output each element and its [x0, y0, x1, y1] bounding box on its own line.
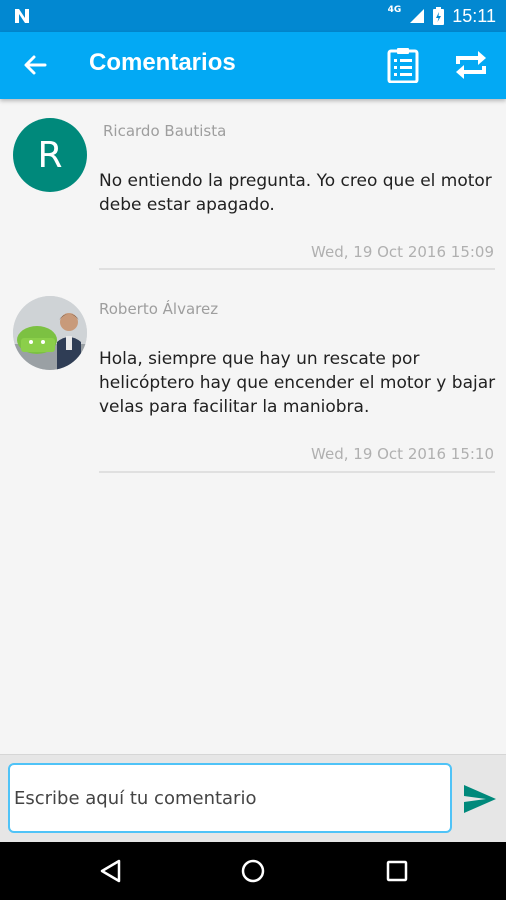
- comment-text: No entiendo la pregunta. Yo creo que el …: [99, 171, 492, 215]
- comment-author: Roberto Álvarez: [99, 300, 219, 318]
- status-bar: 4G 15:11: [0, 0, 506, 32]
- battery-icon: [433, 7, 445, 25]
- comment-input[interactable]: [8, 763, 452, 833]
- avatar: [13, 296, 87, 370]
- comment-text: Hola, siempre que hay un rescate por hel…: [99, 349, 496, 417]
- nav-recents-icon[interactable]: [384, 858, 410, 884]
- comment-item: Roberto Álvarez Hola, siempre que hay un…: [0, 279, 506, 479]
- comment-item: R Ricardo Bautista No entiendo la pregun…: [0, 99, 506, 279]
- repeat-icon[interactable]: [452, 49, 490, 81]
- app-bar: Comentarios: [0, 32, 506, 99]
- page-title: Comentarios: [89, 49, 236, 76]
- profile-photo: [13, 296, 87, 370]
- network-type: 4G: [387, 5, 402, 15]
- avatar: R: [13, 118, 87, 192]
- divider: [99, 268, 495, 270]
- comment-input-bar: [0, 754, 506, 843]
- comment-date: Wed, 19 Oct 2016 15:10: [311, 445, 494, 463]
- back-arrow-icon[interactable]: [20, 50, 50, 80]
- system-nav-bar: [0, 842, 506, 900]
- nav-back-icon[interactable]: [98, 858, 124, 884]
- clock: 15:11: [452, 5, 496, 26]
- notification-n-icon: [15, 9, 29, 23]
- divider: [99, 471, 495, 473]
- comment-author: Ricardo Bautista: [103, 122, 227, 140]
- send-icon[interactable]: [462, 783, 498, 815]
- comment-date: Wed, 19 Oct 2016 15:09: [311, 243, 494, 261]
- signal-icon: [410, 9, 425, 23]
- nav-home-icon[interactable]: [240, 858, 266, 884]
- clipboard-icon[interactable]: [386, 47, 420, 83]
